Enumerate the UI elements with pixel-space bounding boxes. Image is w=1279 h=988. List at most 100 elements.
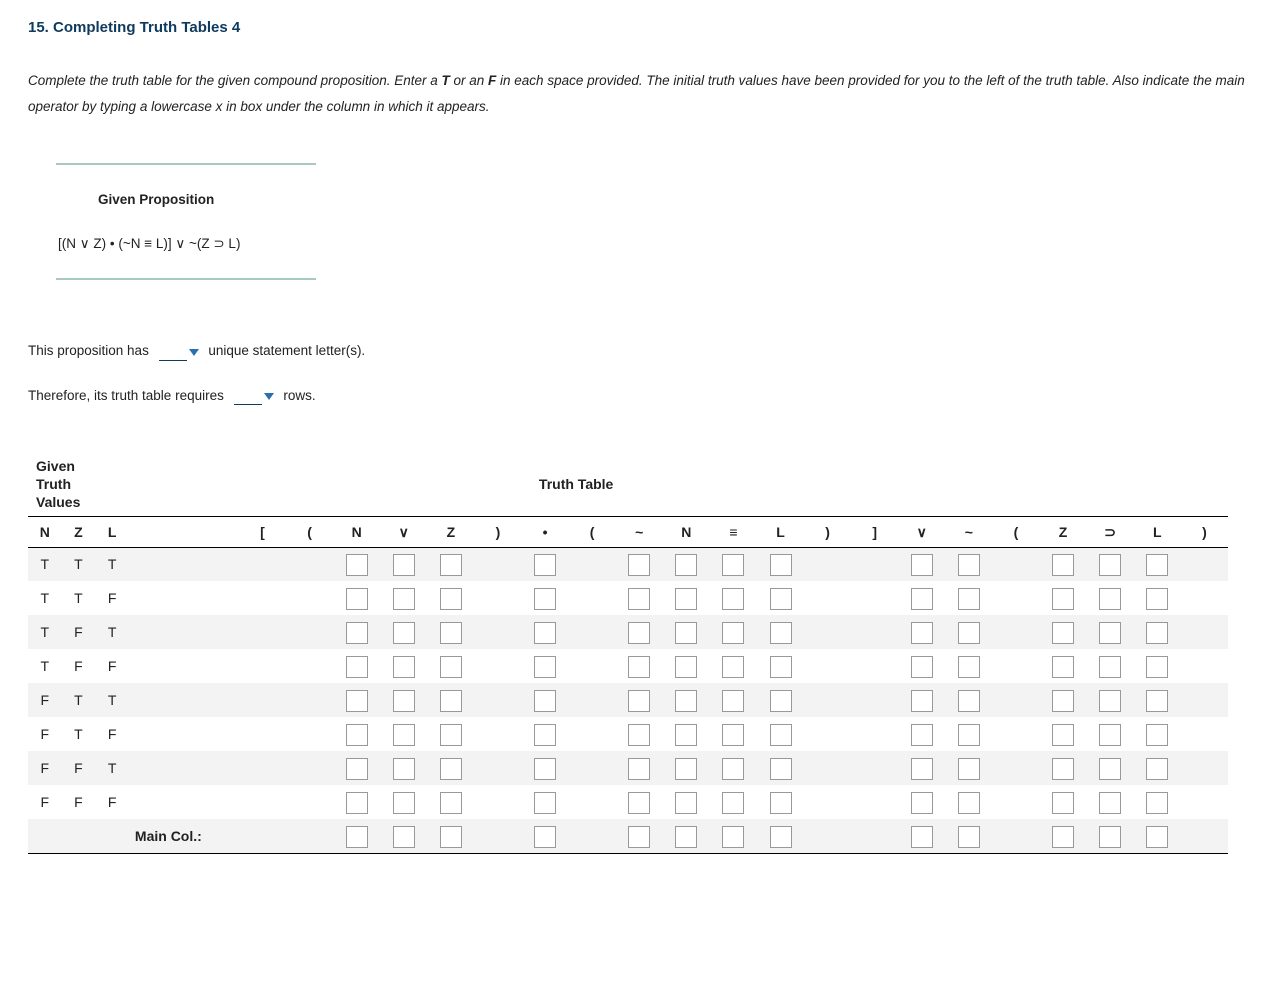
main-col-input[interactable] — [346, 826, 368, 848]
truth-cell-input[interactable] — [628, 622, 650, 644]
truth-cell-input[interactable] — [722, 588, 744, 610]
main-col-input[interactable] — [770, 826, 792, 848]
truth-cell-input[interactable] — [440, 656, 462, 678]
truth-cell-input[interactable] — [1099, 724, 1121, 746]
truth-cell-input[interactable] — [393, 690, 415, 712]
truth-cell-input[interactable] — [722, 554, 744, 576]
truth-cell-input[interactable] — [958, 588, 980, 610]
truth-cell-input[interactable] — [393, 724, 415, 746]
truth-cell-input[interactable] — [722, 792, 744, 814]
truth-cell-input[interactable] — [628, 690, 650, 712]
truth-cell-input[interactable] — [675, 758, 697, 780]
truth-cell-input[interactable] — [628, 758, 650, 780]
truth-cell-input[interactable] — [534, 792, 556, 814]
truth-cell-input[interactable] — [1099, 690, 1121, 712]
truth-cell-input[interactable] — [1146, 622, 1168, 644]
truth-cell-input[interactable] — [911, 690, 933, 712]
truth-cell-input[interactable] — [1099, 554, 1121, 576]
truth-cell-input[interactable] — [770, 758, 792, 780]
truth-cell-input[interactable] — [675, 554, 697, 576]
statement-letters-dropdown[interactable] — [159, 341, 199, 363]
truth-cell-input[interactable] — [1052, 724, 1074, 746]
truth-cell-input[interactable] — [346, 724, 368, 746]
truth-cell-input[interactable] — [1099, 792, 1121, 814]
truth-cell-input[interactable] — [440, 554, 462, 576]
truth-cell-input[interactable] — [628, 656, 650, 678]
truth-cell-input[interactable] — [675, 622, 697, 644]
truth-cell-input[interactable] — [1099, 656, 1121, 678]
truth-cell-input[interactable] — [440, 724, 462, 746]
truth-cell-input[interactable] — [346, 588, 368, 610]
truth-cell-input[interactable] — [440, 588, 462, 610]
truth-cell-input[interactable] — [722, 622, 744, 644]
truth-cell-input[interactable] — [534, 758, 556, 780]
truth-cell-input[interactable] — [534, 724, 556, 746]
main-col-input[interactable] — [722, 826, 744, 848]
main-col-input[interactable] — [911, 826, 933, 848]
truth-cell-input[interactable] — [393, 758, 415, 780]
truth-cell-input[interactable] — [911, 792, 933, 814]
truth-cell-input[interactable] — [534, 622, 556, 644]
truth-cell-input[interactable] — [770, 554, 792, 576]
truth-cell-input[interactable] — [770, 588, 792, 610]
truth-cell-input[interactable] — [1146, 792, 1168, 814]
main-col-input[interactable] — [958, 826, 980, 848]
truth-cell-input[interactable] — [770, 656, 792, 678]
truth-cell-input[interactable] — [911, 724, 933, 746]
truth-cell-input[interactable] — [534, 656, 556, 678]
truth-cell-input[interactable] — [393, 656, 415, 678]
truth-cell-input[interactable] — [393, 622, 415, 644]
truth-cell-input[interactable] — [628, 792, 650, 814]
truth-cell-input[interactable] — [628, 554, 650, 576]
main-col-input[interactable] — [440, 826, 462, 848]
truth-cell-input[interactable] — [770, 724, 792, 746]
truth-cell-input[interactable] — [534, 554, 556, 576]
truth-cell-input[interactable] — [1146, 588, 1168, 610]
truth-cell-input[interactable] — [911, 588, 933, 610]
truth-cell-input[interactable] — [393, 792, 415, 814]
truth-cell-input[interactable] — [393, 588, 415, 610]
truth-cell-input[interactable] — [1052, 792, 1074, 814]
rows-dropdown[interactable] — [234, 385, 274, 407]
truth-cell-input[interactable] — [770, 792, 792, 814]
truth-cell-input[interactable] — [911, 554, 933, 576]
truth-cell-input[interactable] — [1146, 554, 1168, 576]
main-col-input[interactable] — [628, 826, 650, 848]
truth-cell-input[interactable] — [722, 690, 744, 712]
truth-cell-input[interactable] — [1052, 622, 1074, 644]
truth-cell-input[interactable] — [1052, 690, 1074, 712]
truth-cell-input[interactable] — [1099, 758, 1121, 780]
truth-cell-input[interactable] — [1052, 554, 1074, 576]
truth-cell-input[interactable] — [958, 690, 980, 712]
truth-cell-input[interactable] — [534, 690, 556, 712]
truth-cell-input[interactable] — [628, 588, 650, 610]
truth-cell-input[interactable] — [958, 724, 980, 746]
truth-cell-input[interactable] — [346, 656, 368, 678]
truth-cell-input[interactable] — [958, 622, 980, 644]
truth-cell-input[interactable] — [346, 758, 368, 780]
truth-cell-input[interactable] — [440, 758, 462, 780]
truth-cell-input[interactable] — [1146, 690, 1168, 712]
truth-cell-input[interactable] — [440, 792, 462, 814]
main-col-input[interactable] — [675, 826, 697, 848]
truth-cell-input[interactable] — [1099, 622, 1121, 644]
truth-cell-input[interactable] — [1146, 724, 1168, 746]
main-col-input[interactable] — [1146, 826, 1168, 848]
truth-cell-input[interactable] — [1052, 588, 1074, 610]
truth-cell-input[interactable] — [1099, 588, 1121, 610]
truth-cell-input[interactable] — [1146, 656, 1168, 678]
truth-cell-input[interactable] — [393, 554, 415, 576]
truth-cell-input[interactable] — [346, 554, 368, 576]
truth-cell-input[interactable] — [675, 588, 697, 610]
truth-cell-input[interactable] — [722, 724, 744, 746]
truth-cell-input[interactable] — [440, 622, 462, 644]
truth-cell-input[interactable] — [628, 724, 650, 746]
truth-cell-input[interactable] — [1052, 656, 1074, 678]
truth-cell-input[interactable] — [958, 758, 980, 780]
truth-cell-input[interactable] — [770, 622, 792, 644]
truth-cell-input[interactable] — [346, 622, 368, 644]
truth-cell-input[interactable] — [675, 724, 697, 746]
truth-cell-input[interactable] — [958, 792, 980, 814]
truth-cell-input[interactable] — [675, 656, 697, 678]
truth-cell-input[interactable] — [958, 554, 980, 576]
